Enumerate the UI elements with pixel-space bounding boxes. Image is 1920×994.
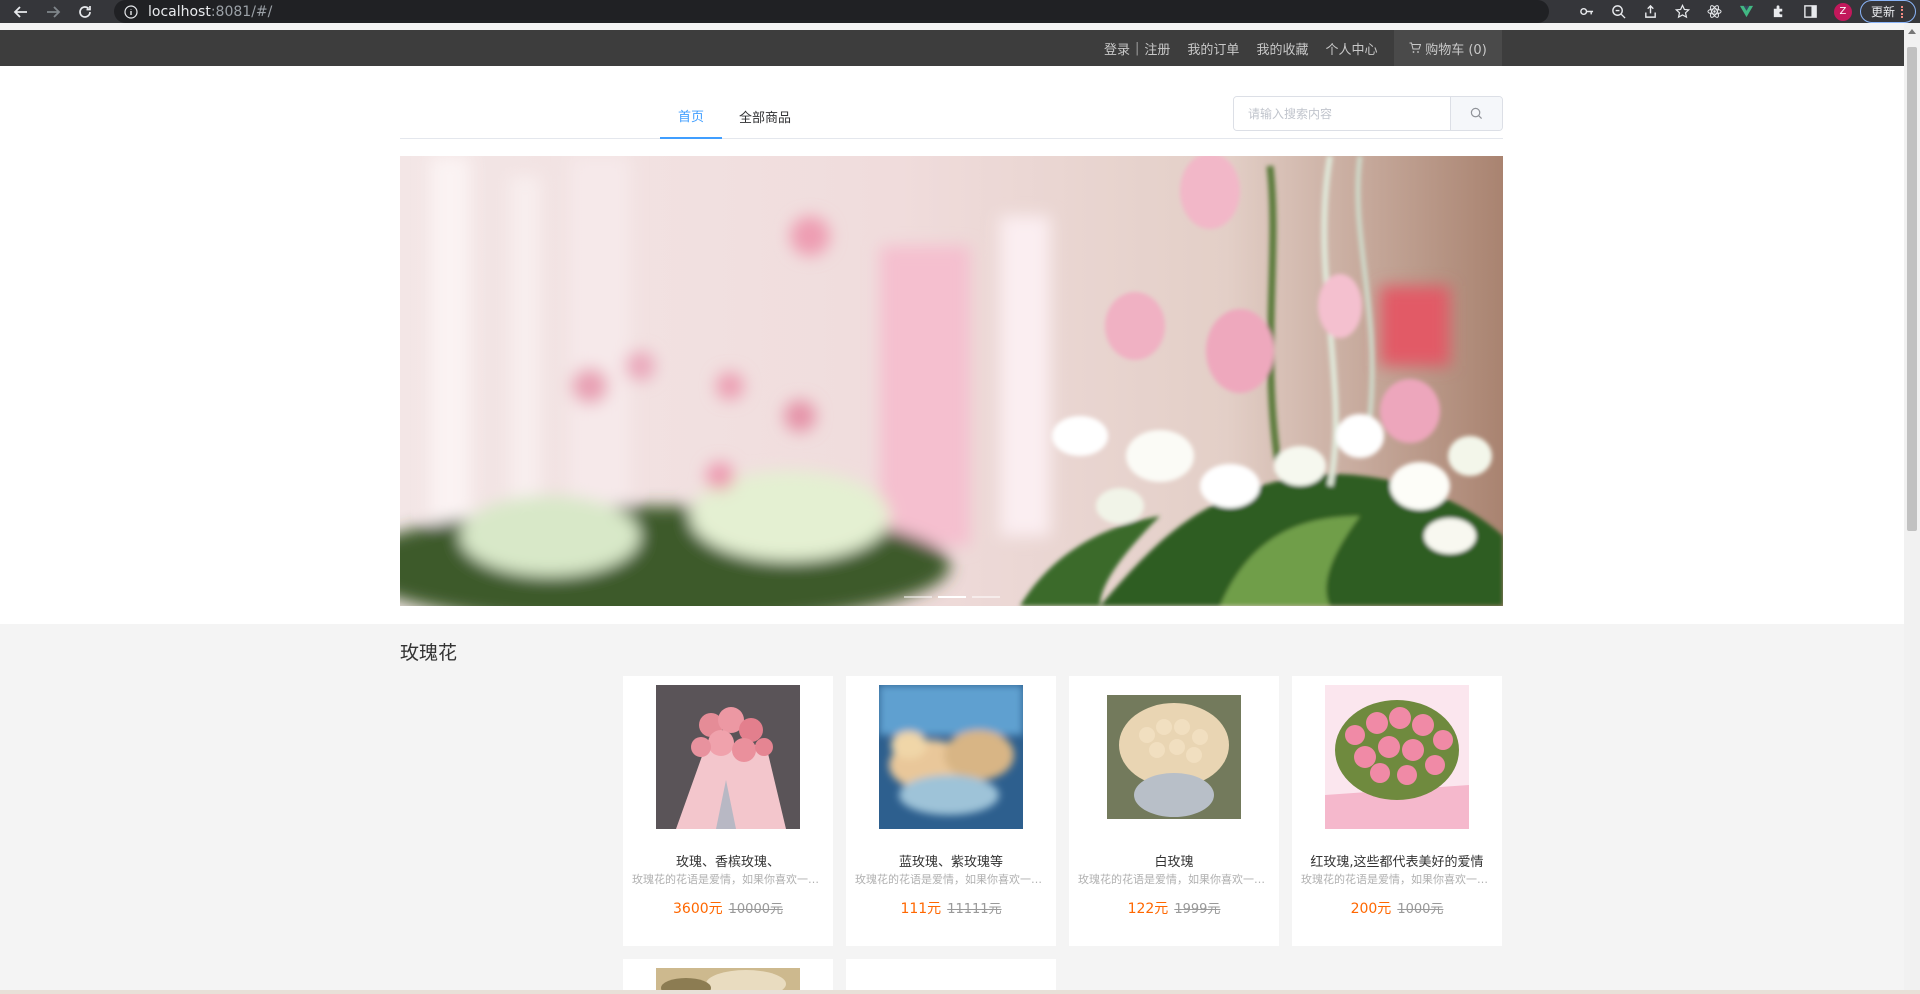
- extensions-icon[interactable]: [1770, 3, 1788, 21]
- tab-all-products[interactable]: 全部商品: [734, 94, 796, 139]
- product-old-price: 11111元: [947, 902, 1002, 917]
- banner-carousel[interactable]: [400, 156, 1503, 606]
- product-name: 白玫瑰: [1154, 855, 1194, 870]
- url-path: :8081/#/: [210, 3, 273, 20]
- product-image: [879, 685, 1023, 829]
- info-icon: [124, 4, 138, 19]
- zoom-icon[interactable]: [1610, 3, 1628, 21]
- url-host: localhost: [148, 3, 211, 20]
- orders-link[interactable]: 我的订单: [1187, 39, 1239, 58]
- forward-button[interactable]: [42, 1, 64, 23]
- product-price: 122元: [1127, 901, 1169, 917]
- cart-icon: [1409, 42, 1422, 53]
- product-card[interactable]: 红玫瑰,这些都代表美好的爱情 玫瑰花的花语是爱情，如果你喜欢一个... 200元…: [1292, 676, 1502, 946]
- product-old-price: 1000元: [1397, 902, 1444, 917]
- register-link[interactable]: 注册: [1144, 39, 1170, 58]
- reload-icon: [79, 5, 91, 18]
- react-devtools-icon[interactable]: [1706, 3, 1724, 21]
- product-name: 蓝玫瑰、紫玫瑰等: [898, 855, 1003, 870]
- login-link[interactable]: 登录: [1104, 39, 1130, 58]
- product-price: 111元: [900, 901, 942, 917]
- product-name: 红玫瑰,这些都代表美好的爱情: [1310, 855, 1484, 870]
- side-panel-icon[interactable]: [1802, 3, 1820, 21]
- search-icon: [1470, 107, 1483, 120]
- arrow-right-icon: [47, 5, 61, 18]
- product-desc: 玫瑰花的花语是爱情，如果你喜欢一个...: [1078, 873, 1270, 886]
- flower-banner-image: [400, 156, 1503, 606]
- arrow-left-icon: [13, 5, 27, 18]
- link-separator: |: [1135, 40, 1140, 56]
- product-old-price: 10000元: [728, 902, 783, 917]
- reload-button[interactable]: [74, 1, 96, 23]
- back-button[interactable]: [10, 1, 32, 23]
- search-input[interactable]: [1234, 97, 1450, 130]
- product-card[interactable]: 白玫瑰 玫瑰花的花语是爱情，如果你喜欢一个... 122元 1999元: [1069, 676, 1279, 946]
- page-scrollbar[interactable]: [1904, 23, 1920, 994]
- product-desc: 玫瑰花的花语是爱情，如果你喜欢一个...: [632, 873, 824, 886]
- favorites-link[interactable]: 我的收藏: [1256, 39, 1308, 58]
- product-card[interactable]: [846, 959, 1056, 994]
- update-label: 更新: [1870, 5, 1895, 19]
- scrollbar-thumb[interactable]: [1907, 47, 1917, 531]
- vue-devtools-icon[interactable]: [1738, 3, 1756, 21]
- site-top-bar: 登录 | 注册 我的订单 我的收藏 个人中心 购物车 (0): [0, 30, 1904, 66]
- share-icon[interactable]: [1642, 3, 1660, 21]
- product-card[interactable]: 玫瑰、香槟玫瑰、 玫瑰花的花语是爱情，如果你喜欢一个... 3600元 10000…: [623, 676, 833, 946]
- section-title: 玫瑰花: [400, 642, 458, 664]
- profile-center-link[interactable]: 个人中心: [1325, 39, 1377, 58]
- search-button[interactable]: [1450, 97, 1502, 130]
- main-nav: 首页 全部商品: [400, 94, 1503, 139]
- product-desc: 玫瑰花的花语是爱情，如果你喜欢一个...: [1301, 873, 1493, 886]
- carousel-indicator[interactable]: [903, 596, 932, 598]
- product-old-price: 1999元: [1174, 902, 1221, 917]
- carousel-indicators: [400, 596, 1503, 598]
- product-price: 3600元: [673, 901, 723, 917]
- address-bar[interactable]: localhost:8081/#/: [114, 0, 1549, 23]
- scroll-up-arrow-icon[interactable]: [1908, 29, 1916, 34]
- update-button[interactable]: 更新: [1859, 0, 1916, 23]
- product-card[interactable]: 蓝玫瑰、紫玫瑰等 玫瑰花的花语是爱情，如果你喜欢一个... 111元 11111元: [846, 676, 1056, 946]
- profile-avatar[interactable]: Z: [1833, 2, 1852, 21]
- header-area: 首页 全部商品: [0, 66, 1904, 624]
- product-image: [656, 685, 800, 829]
- cart-label: 购物车 (0): [1425, 42, 1487, 58]
- search-box: [1233, 96, 1503, 131]
- tab-home[interactable]: 首页: [660, 94, 722, 139]
- window-bottom-edge: [0, 990, 1920, 994]
- product-card[interactable]: [623, 959, 833, 994]
- product-image: [1102, 685, 1246, 829]
- key-icon[interactable]: [1578, 3, 1596, 21]
- product-name: 玫瑰、香槟玫瑰、: [675, 855, 780, 870]
- browser-toolbar: localhost:8081/#/ Z 更新: [0, 0, 1920, 23]
- menu-dots-icon: [1901, 5, 1905, 18]
- product-desc: 玫瑰花的花语是爱情，如果你喜欢一个...: [855, 873, 1047, 886]
- cart-button[interactable]: 购物车 (0): [1394, 30, 1502, 66]
- product-price: 200元: [1350, 901, 1392, 917]
- star-icon[interactable]: [1674, 3, 1692, 21]
- product-image: [1325, 685, 1469, 829]
- carousel-indicator[interactable]: [937, 596, 966, 598]
- carousel-indicator[interactable]: [971, 596, 1000, 598]
